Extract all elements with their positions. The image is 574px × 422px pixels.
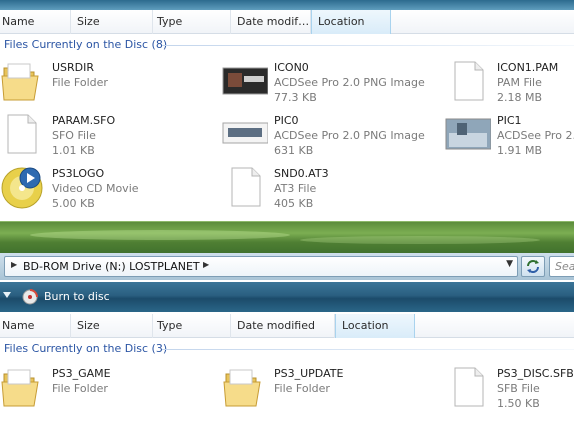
- file-item-snd0-at3[interactable]: SND0.AT3 AT3 File 405 KB: [222, 164, 442, 210]
- file-name: USRDIR: [52, 61, 95, 74]
- breadcrumb-arrow-icon[interactable]: ▶: [11, 260, 17, 269]
- file-name: PIC0: [274, 114, 299, 127]
- refresh-icon: [527, 260, 539, 273]
- file-icon: [231, 167, 261, 207]
- file-type: File Folder: [52, 382, 108, 395]
- column-type[interactable]: Type: [151, 10, 231, 34]
- refresh-button[interactable]: [521, 256, 545, 277]
- file-type: File Folder: [52, 76, 108, 89]
- file-name: ICON0: [274, 61, 309, 74]
- address-bar[interactable]: ▶ BD-ROM Drive (N:) LOSTPLANET ▶ ▼: [4, 256, 518, 277]
- chevron-down-icon[interactable]: ▼: [506, 259, 513, 269]
- file-item-usrdir[interactable]: USRDIR File Folder: [0, 58, 210, 104]
- burn-to-disc-button[interactable]: Burn to disc: [44, 290, 110, 303]
- image-thumbnail-icon: [222, 67, 268, 95]
- file-name: PARAM.SFO: [52, 114, 116, 127]
- group-header-top[interactable]: Files Currently on the Disc (8): [4, 38, 167, 52]
- file-item-icon1-pam[interactable]: ICON1.PAM PAM File 2.18 MB: [445, 58, 574, 104]
- column-location[interactable]: Location: [335, 314, 415, 338]
- breadcrumb-path[interactable]: BD-ROM Drive (N:) LOSTPLANET: [23, 260, 200, 273]
- folder-icon: [223, 369, 261, 407]
- file-icon: [7, 114, 37, 154]
- file-type: SFB File: [497, 382, 540, 395]
- group-header-bottom[interactable]: Files Currently on the Disc (3): [4, 342, 167, 356]
- file-type: SFO File: [52, 129, 96, 142]
- file-icon: [454, 61, 484, 101]
- column-header-bar: Name Size Type Date modified Location: [0, 314, 574, 338]
- file-item-ps3logo[interactable]: PS3LOGO Video CD Movie 5.00 KB: [0, 164, 210, 210]
- file-size: 405 KB: [274, 197, 314, 210]
- column-type[interactable]: Type: [151, 314, 231, 338]
- folder-icon: [1, 63, 39, 101]
- column-name[interactable]: Name: [0, 314, 71, 338]
- group-divider: [162, 349, 574, 350]
- file-name: PS3LOGO: [52, 167, 105, 180]
- file-item-ps3-game[interactable]: PS3_GAME File Folder: [0, 364, 210, 410]
- file-type: File Folder: [274, 382, 330, 395]
- file-size: 1.50 KB: [497, 397, 540, 410]
- file-name: PS3_GAME: [52, 367, 111, 380]
- file-item-icon0[interactable]: ICON0 ACDSee Pro 2.0 PNG Image 77.3 KB: [222, 58, 442, 104]
- file-size: 5.00 KB: [52, 197, 95, 210]
- file-type: AT3 File: [274, 182, 317, 195]
- image-thumbnail-icon: [222, 122, 268, 144]
- column-header-bar: Name Size Type Date modif… Location: [0, 10, 574, 34]
- file-size: 631 KB: [274, 144, 314, 157]
- file-item-pic0[interactable]: PIC0 ACDSee Pro 2.0 PNG Image 631 KB: [222, 111, 442, 157]
- file-item-ps3-disc-sfb[interactable]: PS3_DISC.SFB SFB File 1.50 KB: [445, 364, 574, 410]
- file-name: PS3_UPDATE: [274, 367, 344, 380]
- column-date-modified[interactable]: Date modif…: [231, 10, 311, 34]
- breadcrumb-arrow-icon[interactable]: ▶: [203, 260, 209, 269]
- file-name: PS3_DISC.SFB: [497, 367, 574, 380]
- image-thumbnail-icon: [445, 118, 491, 150]
- address-bar-row: ▶ BD-ROM Drive (N:) LOSTPLANET ▶ ▼ Sea: [0, 253, 574, 280]
- file-type: ACDSee Pro 2.0 PNG Image: [274, 129, 425, 142]
- file-size: 1.91 MB: [497, 144, 543, 157]
- file-item-pic1[interactable]: PIC1 ACDSee Pro 2. 1.91 MB: [445, 111, 574, 157]
- column-size[interactable]: Size: [71, 10, 153, 34]
- window-title-strip: [0, 0, 574, 10]
- file-type: PAM File: [497, 76, 542, 89]
- search-input[interactable]: Sea: [549, 256, 574, 277]
- file-item-param-sfo[interactable]: PARAM.SFO SFO File 1.01 KB: [0, 111, 210, 157]
- file-size: 1.01 KB: [52, 144, 95, 157]
- burn-disc-icon: [22, 289, 38, 305]
- video-cd-icon: [1, 167, 43, 209]
- column-date-modified[interactable]: Date modified: [231, 314, 335, 338]
- file-name: SND0.AT3: [274, 167, 329, 180]
- organize-chevron-icon[interactable]: [3, 292, 11, 298]
- file-type: ACDSee Pro 2.0 PNG Image: [274, 76, 425, 89]
- file-name: ICON1.PAM: [497, 61, 559, 74]
- group-divider: [162, 45, 574, 46]
- file-item-ps3-update[interactable]: PS3_UPDATE File Folder: [222, 364, 442, 410]
- command-toolbar: Burn to disc: [0, 282, 574, 312]
- folder-icon: [1, 369, 39, 407]
- file-name: PIC1: [497, 114, 522, 127]
- file-icon: [454, 367, 484, 407]
- file-type: Video CD Movie: [52, 182, 139, 195]
- file-size: 2.18 MB: [497, 91, 543, 104]
- file-type: ACDSee Pro 2.: [497, 129, 574, 142]
- column-location[interactable]: Location: [311, 10, 391, 34]
- file-size: 77.3 KB: [274, 91, 317, 104]
- column-name[interactable]: Name: [0, 10, 71, 34]
- column-size[interactable]: Size: [71, 314, 153, 338]
